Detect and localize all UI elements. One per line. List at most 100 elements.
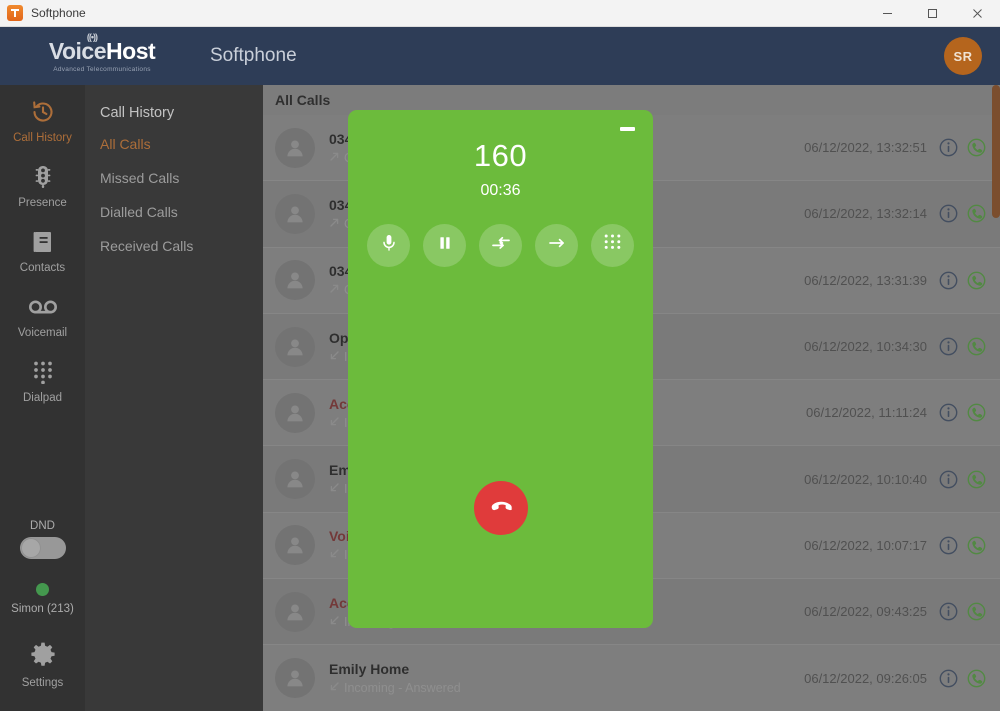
blind-transfer-button[interactable] bbox=[535, 224, 578, 267]
avatar bbox=[275, 658, 315, 699]
avatar bbox=[275, 459, 315, 500]
info-icon[interactable] bbox=[939, 470, 958, 489]
info-icon[interactable] bbox=[939, 271, 958, 290]
call-back-icon[interactable] bbox=[967, 669, 986, 688]
info-icon[interactable] bbox=[939, 403, 958, 422]
row-actions bbox=[939, 204, 986, 223]
subnav-item-missed-calls[interactable]: Missed Calls bbox=[85, 161, 263, 195]
sidebar-item-label: Settings bbox=[21, 677, 64, 689]
microphone-icon bbox=[379, 233, 399, 258]
avatar bbox=[275, 392, 315, 433]
call-back-icon[interactable] bbox=[967, 536, 986, 555]
attended-transfer-button[interactable] bbox=[479, 224, 522, 267]
list-scrollbar[interactable] bbox=[990, 85, 1000, 711]
maximize-window-button[interactable] bbox=[910, 0, 955, 27]
incoming-arrow-icon bbox=[329, 615, 340, 629]
row-actions bbox=[939, 536, 986, 555]
row-actions bbox=[939, 403, 986, 422]
scrollbar-thumb[interactable] bbox=[992, 85, 1000, 218]
call-status-text: Incoming - Answered bbox=[344, 681, 461, 696]
avatar bbox=[275, 260, 315, 301]
history-icon bbox=[30, 97, 56, 127]
voicehost-logo: ((•)) VoiceHost Advanced Telecommunicatio… bbox=[32, 32, 172, 73]
row-actions bbox=[939, 138, 986, 157]
signal-wave-icon: ((•)) bbox=[86, 31, 98, 42]
outgoing-arrow-icon bbox=[329, 217, 340, 231]
sidebar-item-presence[interactable]: Presence bbox=[0, 150, 85, 215]
user-avatar[interactable]: SR bbox=[944, 37, 982, 75]
hold-button[interactable] bbox=[423, 224, 466, 267]
user-presence[interactable]: Simon (213) bbox=[11, 583, 74, 615]
call-back-icon[interactable] bbox=[967, 470, 986, 489]
minimize-window-button[interactable] bbox=[865, 0, 910, 27]
logo-tagline: Advanced Telecommunications bbox=[53, 65, 151, 73]
incoming-arrow-icon bbox=[329, 416, 340, 430]
logo-prefix: V bbox=[48, 37, 63, 64]
minimize-call-panel-button[interactable] bbox=[620, 127, 635, 131]
call-back-icon[interactable] bbox=[967, 337, 986, 356]
info-icon[interactable] bbox=[939, 138, 958, 157]
sidebar-item-label: Contacts bbox=[19, 262, 66, 274]
traffic-light-icon bbox=[30, 162, 56, 192]
call-timestamp: 06/12/2022, 10:34:30 bbox=[804, 339, 927, 355]
avatar bbox=[275, 193, 315, 234]
incoming-arrow-icon bbox=[329, 482, 340, 496]
dialpad-icon bbox=[32, 357, 54, 387]
softphone-window: Softphone ((•)) VoiceHost Advanced Teleco… bbox=[0, 0, 1000, 711]
window-controls bbox=[865, 0, 1000, 27]
row-actions bbox=[939, 271, 986, 290]
sidebar-item-contacts[interactable]: Contacts bbox=[0, 215, 85, 280]
logo-suffix: Host bbox=[106, 37, 156, 64]
info-icon[interactable] bbox=[939, 204, 958, 223]
sidebar-item-call-history[interactable]: Call History bbox=[0, 85, 85, 150]
avatar bbox=[275, 127, 315, 168]
subnav-item-all-calls[interactable]: All Calls bbox=[85, 127, 263, 161]
app-name-label: Softphone bbox=[210, 45, 297, 66]
presence-status-dot bbox=[35, 583, 49, 596]
window-titlebar: Softphone bbox=[0, 0, 1000, 27]
subnav-item-dialled-calls[interactable]: Dialled Calls bbox=[85, 195, 263, 229]
call-back-icon[interactable] bbox=[967, 138, 986, 157]
call-timestamp: 06/12/2022, 13:32:51 bbox=[804, 140, 927, 156]
sidebar-item-dialpad[interactable]: Dialpad bbox=[0, 345, 85, 410]
caller-name: Emily Home bbox=[329, 661, 410, 678]
app-icon bbox=[7, 5, 23, 21]
sidebar-item-label: Voicemail bbox=[17, 327, 68, 339]
row-text: Emily Home Incoming - Answered bbox=[329, 661, 804, 695]
call-back-icon[interactable] bbox=[967, 204, 986, 223]
call-timestamp: 06/12/2022, 10:07:17 bbox=[804, 537, 927, 553]
call-number: 160 bbox=[473, 138, 528, 173]
sidebar-item-voicemail[interactable]: Voicemail bbox=[0, 280, 85, 345]
call-timestamp: 06/12/2022, 13:31:39 bbox=[804, 272, 927, 288]
dnd-label: DND bbox=[30, 520, 55, 532]
table-row[interactable]: Emily Home Incoming - Answered 06/12/2022,… bbox=[263, 645, 1000, 711]
dnd-toggle[interactable] bbox=[19, 537, 66, 559]
info-icon[interactable] bbox=[939, 669, 958, 688]
subnav-item-received-calls[interactable]: Received Calls bbox=[85, 229, 263, 263]
logo-o: o bbox=[61, 37, 76, 64]
call-back-icon[interactable] bbox=[967, 602, 986, 621]
info-icon[interactable] bbox=[939, 536, 958, 555]
sidebar-item-label: Call History bbox=[13, 132, 72, 144]
sidebar-item-settings[interactable]: Settings bbox=[21, 641, 64, 689]
row-actions bbox=[939, 337, 986, 356]
info-icon[interactable] bbox=[939, 602, 958, 621]
sidebar-item-label: Presence bbox=[18, 197, 67, 209]
call-back-icon[interactable] bbox=[967, 403, 986, 422]
active-call-panel: 160 00:36 bbox=[348, 110, 653, 628]
call-back-icon[interactable] bbox=[967, 271, 986, 290]
dnd-control: DND bbox=[19, 520, 66, 559]
hangup-phone-icon bbox=[486, 491, 516, 526]
call-timestamp: 06/12/2022, 13:32:14 bbox=[804, 206, 927, 222]
close-window-button[interactable] bbox=[955, 0, 1000, 27]
incoming-arrow-icon bbox=[329, 548, 340, 562]
avatar bbox=[275, 525, 315, 566]
contacts-book-icon bbox=[31, 227, 55, 257]
info-icon[interactable] bbox=[939, 337, 958, 356]
call-timestamp: 06/12/2022, 11:11:24 bbox=[806, 405, 927, 421]
attended-transfer-icon bbox=[490, 234, 512, 257]
hangup-button[interactable] bbox=[473, 481, 528, 535]
keypad-button[interactable] bbox=[591, 224, 634, 267]
call-timestamp: 06/12/2022, 09:26:05 bbox=[804, 670, 927, 686]
mute-button[interactable] bbox=[367, 224, 410, 267]
